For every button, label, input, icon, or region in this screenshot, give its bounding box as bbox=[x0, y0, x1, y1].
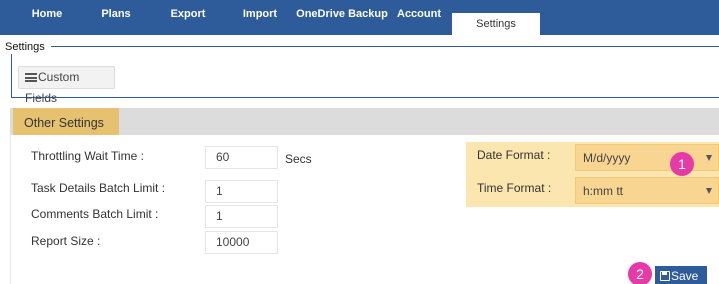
callout-badge-2: 2 bbox=[628, 262, 652, 284]
save-label: Save bbox=[671, 269, 699, 283]
date-format-select[interactable]: M/d/yyyy bbox=[575, 144, 719, 171]
settings-legend: Settings bbox=[0, 40, 51, 54]
chevron-down-icon bbox=[706, 188, 712, 194]
tab-import[interactable]: Import bbox=[238, 0, 282, 35]
floppy-disk-icon bbox=[660, 271, 670, 281]
throttling-input[interactable]: 60 bbox=[205, 146, 278, 169]
tab-account[interactable]: Account bbox=[393, 0, 445, 35]
other-settings-title: Other Settings bbox=[13, 108, 119, 135]
time-format-label: Time Format : bbox=[477, 181, 552, 195]
tab-home[interactable]: Home bbox=[26, 0, 68, 35]
hamburger-menu-icon bbox=[25, 73, 37, 82]
settings-fieldset bbox=[11, 46, 719, 98]
tab-settings[interactable]: Settings bbox=[452, 13, 540, 35]
task-details-batch-input[interactable]: 1 bbox=[205, 180, 278, 203]
save-button[interactable]: Save bbox=[655, 266, 707, 284]
tab-plans[interactable]: Plans bbox=[95, 0, 137, 35]
report-size-input[interactable]: 10000 bbox=[205, 231, 278, 254]
task-details-batch-label: Task Details Batch Limit : bbox=[31, 181, 166, 195]
tab-export[interactable]: Export bbox=[166, 0, 210, 35]
callout-badge-1: 1 bbox=[670, 152, 694, 176]
custom-fields-button[interactable]: Custom Fields bbox=[18, 66, 115, 105]
tab-onedrive-backup[interactable]: OneDrive Backup bbox=[292, 0, 392, 35]
time-format-value: h:mm tt bbox=[583, 184, 624, 198]
comments-batch-input[interactable]: 1 bbox=[205, 205, 278, 228]
time-format-select[interactable]: h:mm tt bbox=[575, 177, 719, 204]
throttling-unit: Secs bbox=[285, 152, 312, 166]
chevron-down-icon bbox=[706, 155, 712, 161]
panel-border bbox=[10, 135, 11, 284]
comments-batch-label: Comments Batch Limit : bbox=[31, 207, 159, 221]
date-format-label: Date Format : bbox=[477, 148, 551, 162]
date-format-value: M/d/yyyy bbox=[583, 151, 631, 165]
report-size-label: Report Size : bbox=[31, 234, 101, 248]
throttling-label: Throttling Wait Time : bbox=[31, 149, 144, 163]
top-nav-bar: Home Plans Export Import OneDrive Backup… bbox=[0, 0, 719, 35]
